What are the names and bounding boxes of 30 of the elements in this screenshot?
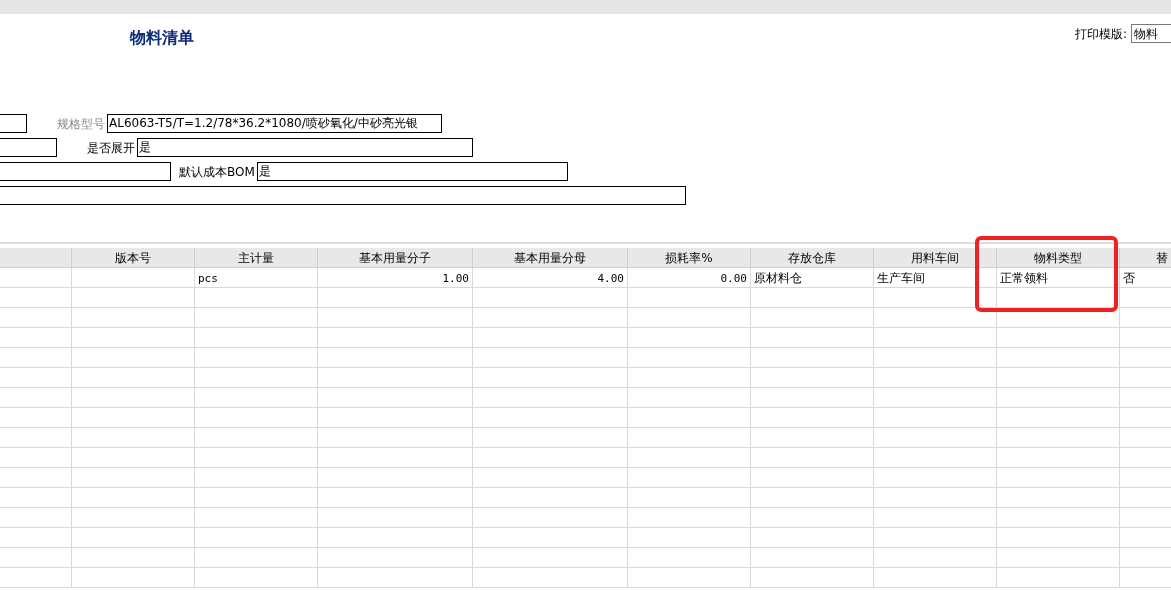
column-header: 存放仓库 <box>788 251 836 265</box>
input-field[interactable]: AL6063-T5/T=1.2/78*36.2*1080/喷砂氧化/中砂亮光银 <box>107 114 442 133</box>
table-cell: 0.00 <box>720 272 747 285</box>
print-template-select[interactable]: 物料 <box>1131 24 1171 43</box>
field-label: 默认成本BOM <box>179 163 255 181</box>
table-cell: 生产车间 <box>877 271 925 285</box>
input-field[interactable]: 是 <box>137 138 473 157</box>
input-field[interactable] <box>0 114 27 133</box>
input-field[interactable]: 是 <box>256 162 568 181</box>
table-cell: 4.00 <box>597 272 624 285</box>
column-header: 基本用量分母 <box>514 251 586 265</box>
table-cell: pcs <box>198 272 218 285</box>
table-cell: 正常领料 <box>1000 271 1048 285</box>
table-cell: 1.00 <box>442 272 469 285</box>
page-title: 物料清单 <box>130 27 194 49</box>
input-field[interactable] <box>0 138 57 157</box>
column-header: 版本号 <box>115 251 151 265</box>
table-cell: 原材料仓 <box>754 271 802 285</box>
column-header: 替 <box>1156 251 1168 265</box>
field-label: 规格型号 <box>57 115 105 133</box>
print-template-label: 打印模版: <box>1074 25 1127 43</box>
column-header: 主计量 <box>238 251 274 265</box>
column-header: 物料类型 <box>1034 251 1082 265</box>
column-header: 损耗率% <box>665 251 713 265</box>
input-field[interactable] <box>0 162 171 181</box>
field-label: 是否展开 <box>87 139 135 157</box>
input-field[interactable] <box>0 186 686 205</box>
column-header: 用料车间 <box>911 251 959 265</box>
column-header: 基本用量分子 <box>359 251 431 265</box>
table-cell: 否 <box>1123 271 1135 285</box>
